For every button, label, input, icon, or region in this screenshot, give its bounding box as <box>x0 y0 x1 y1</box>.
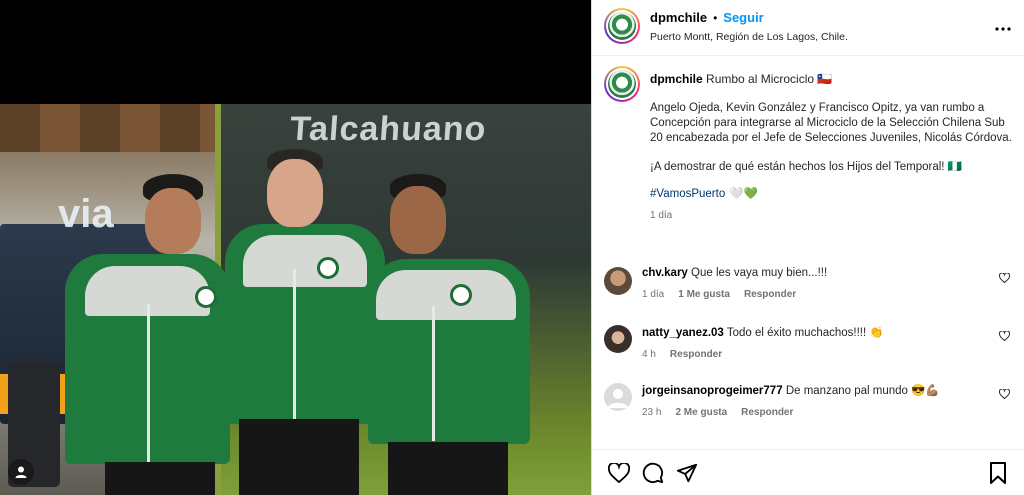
face <box>145 188 201 254</box>
save-icon[interactable] <box>981 456 1015 490</box>
comment-username[interactable]: jorgeinsanoprogeimer777 <box>642 385 783 397</box>
hashtag-line: #VamosPuerto 🤍💚 <box>650 187 1014 202</box>
comment-time: 23 h <box>642 407 662 418</box>
team-crest-icon <box>317 257 339 279</box>
jacket-zip <box>432 306 435 441</box>
club-logo-icon <box>608 70 636 98</box>
comment-line: chv.kary Que les vaya muy bien...!!! <box>642 267 982 279</box>
post-location[interactable]: Puerto Montt, Región de Los Lagos, Chile… <box>650 31 848 43</box>
post-media[interactable]: via Talcahuano <box>0 0 591 495</box>
comment-meta: 4 h Responder <box>642 349 982 360</box>
hearts-emoji: 🤍💚 <box>729 188 758 200</box>
player-right <box>368 174 533 495</box>
commenter-avatar[interactable] <box>604 383 632 411</box>
default-avatar-icon <box>608 389 628 408</box>
player-center <box>225 149 385 495</box>
face <box>390 186 446 254</box>
pants <box>239 419 359 495</box>
more-options-icon[interactable] <box>995 18 1011 34</box>
caption-body: dpmchile Rumbo al Microciclo 🇨🇱 Angelo O… <box>650 72 1014 223</box>
comment-body: natty_yanez.03 Todo el éxito muchachos!!… <box>642 325 982 360</box>
jacket-zip <box>293 269 296 419</box>
team-crest-icon <box>195 286 217 308</box>
comment-likes[interactable]: 1 Me gusta <box>678 289 730 300</box>
comment-time: 1 día <box>642 289 665 300</box>
share-icon[interactable] <box>670 456 704 490</box>
comment-text: De manzano pal mundo 😎💪🏽 <box>785 385 940 397</box>
comment-meta: 23 h 2 Me gusta Responder <box>642 407 982 418</box>
author-avatar[interactable] <box>604 8 640 44</box>
post-photo: via Talcahuano <box>0 104 591 495</box>
team-crest-icon <box>450 284 472 306</box>
caption-username[interactable]: dpmchile <box>650 72 703 86</box>
pants <box>105 462 215 495</box>
follow-button[interactable]: Seguir <box>723 10 763 25</box>
caption-age: 1 día <box>650 210 673 221</box>
comments-scroll-area[interactable]: dpmchile Rumbo al Microciclo 🇨🇱 Angelo O… <box>592 57 1024 450</box>
avatar-ring <box>606 68 638 100</box>
comment-text: Todo el éxito muchachos!!!! 👏 <box>726 327 884 339</box>
comment-like-icon[interactable] <box>998 388 1011 402</box>
jacket-yoke <box>376 270 516 320</box>
like-icon[interactable] <box>602 456 636 490</box>
face <box>267 159 323 227</box>
comment-body: chv.kary Que les vaya muy bien...!!! 1 d… <box>642 267 982 300</box>
comment-text: Que les vaya muy bien...!!! <box>691 267 828 279</box>
caption-title: Rumbo al Microciclo 🇨🇱 <box>706 72 833 86</box>
caption-paragraph-2: ¡A demostrar de qué están hechos los Hij… <box>650 161 962 173</box>
commenter-avatar[interactable] <box>604 325 632 353</box>
club-logo-icon <box>608 12 636 40</box>
pants <box>388 442 508 495</box>
comment-like-icon[interactable] <box>998 272 1011 286</box>
caption-avatar[interactable] <box>604 66 640 102</box>
post-side-panel: dpmchile • Seguir Puerto Montt, Región d… <box>591 0 1024 495</box>
author-username[interactable]: dpmchile <box>650 10 707 25</box>
comment-like-icon[interactable] <box>998 330 1011 344</box>
reply-button[interactable]: Responder <box>670 349 722 360</box>
caption-title-line: dpmchile Rumbo al Microciclo 🇨🇱 <box>650 72 1014 87</box>
jacket-zip <box>147 304 150 464</box>
comment-line: jorgeinsanoprogeimer777 De manzano pal m… <box>642 383 982 397</box>
comment-body: jorgeinsanoprogeimer777 De manzano pal m… <box>642 383 982 418</box>
reply-button[interactable]: Responder <box>741 407 793 418</box>
bus-destination-sign: Talcahuano <box>288 110 488 148</box>
comment-likes[interactable]: 2 Me gusta <box>675 407 727 418</box>
reply-button[interactable]: Responder <box>744 289 796 300</box>
comment-time: 4 h <box>642 349 656 360</box>
post-header: dpmchile • Seguir Puerto Montt, Región d… <box>592 0 1024 56</box>
post-action-bar <box>592 449 1024 495</box>
commenter-avatar[interactable] <box>604 267 632 295</box>
comment-icon[interactable] <box>636 456 670 490</box>
caption-paragraph-1: Angelo Ojeda, Kevin González y Francisco… <box>650 102 1012 144</box>
tagged-users-button[interactable] <box>8 459 34 485</box>
hashtag-link[interactable]: #VamosPuerto <box>650 187 725 202</box>
avatar-ring <box>606 10 638 42</box>
person-icon <box>15 466 27 478</box>
separator-dot: • <box>713 10 718 25</box>
header-title-line: dpmchile • Seguir <box>650 10 848 25</box>
jacket-yoke <box>243 235 367 287</box>
comment-username[interactable]: chv.kary <box>642 267 688 279</box>
comment-username[interactable]: natty_yanez.03 <box>642 327 724 339</box>
comment-line: natty_yanez.03 Todo el éxito muchachos!!… <box>642 325 982 339</box>
comment-meta: 1 día 1 Me gusta Responder <box>642 289 982 300</box>
header-text: dpmchile • Seguir Puerto Montt, Región d… <box>650 10 848 43</box>
player-left <box>55 174 235 495</box>
instagram-post-viewer: via Talcahuano dpmchile • Seguir Puerto … <box>0 0 1024 495</box>
